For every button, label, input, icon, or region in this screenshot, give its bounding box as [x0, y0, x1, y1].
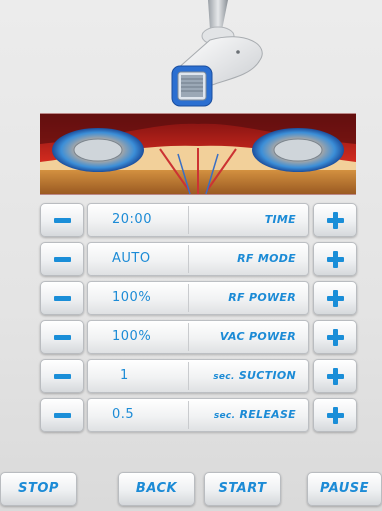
suction-field: 1 sec. SUCTION [87, 359, 309, 393]
setting-row-vac-power: 100% VAC POWER [40, 320, 357, 354]
suction-unit: sec. [213, 372, 235, 382]
release-field: 0.5 sec. RELEASE [87, 398, 309, 432]
setting-row-release: 0.5 sec. RELEASE [40, 398, 357, 432]
start-button[interactable]: START [204, 472, 281, 506]
release-decrease-button[interactable] [40, 398, 84, 432]
vac-power-decrease-button[interactable] [40, 320, 84, 354]
rf-mode-field: AUTO RF MODE [87, 242, 309, 276]
stop-button[interactable]: STOP [0, 472, 77, 506]
rf-power-increase-button[interactable] [313, 281, 357, 315]
suction-value: 1 [120, 368, 129, 383]
setting-row-rf-mode: AUTO RF MODE [40, 242, 357, 276]
setting-row-rf-power: 100% RF POWER [40, 281, 357, 315]
release-unit: sec. [213, 411, 236, 421]
setting-row-suction: 1 sec. SUCTION [40, 359, 357, 393]
suction-increase-button[interactable] [313, 359, 357, 393]
rf-power-field: 100% RF POWER [87, 281, 309, 315]
time-field: 20:00 TIME [87, 203, 309, 237]
setting-row-time: 20:00 TIME [40, 203, 357, 237]
time-increase-button[interactable] [313, 203, 357, 237]
treatment-illustration-banner [40, 113, 356, 195]
release-label: sec. RELEASE [213, 408, 296, 421]
rf-mode-label: RF MODE [237, 252, 296, 265]
rf-power-label: RF POWER [228, 291, 296, 304]
back-button[interactable]: BACK [118, 472, 195, 506]
rf-mode-decrease-button[interactable] [40, 242, 84, 276]
rf-mode-value: AUTO [112, 251, 151, 266]
suction-label: sec. SUCTION [213, 369, 296, 382]
vac-power-field: 100% VAC POWER [87, 320, 309, 354]
vac-power-increase-button[interactable] [313, 320, 357, 354]
vac-power-value: 100% [112, 329, 152, 344]
suction-decrease-button[interactable] [40, 359, 84, 393]
vac-power-label: VAC POWER [219, 330, 296, 343]
rf-power-decrease-button[interactable] [40, 281, 84, 315]
pause-button[interactable]: PAUSE [307, 472, 382, 506]
time-value: 20:00 [112, 212, 152, 227]
release-value: 0.5 [112, 407, 135, 422]
time-decrease-button[interactable] [40, 203, 84, 237]
rf-power-value: 100% [112, 290, 152, 305]
rf-mode-increase-button[interactable] [313, 242, 357, 276]
time-label: TIME [264, 213, 296, 226]
rf-handpiece-image [171, 0, 263, 107]
release-increase-button[interactable] [313, 398, 357, 432]
